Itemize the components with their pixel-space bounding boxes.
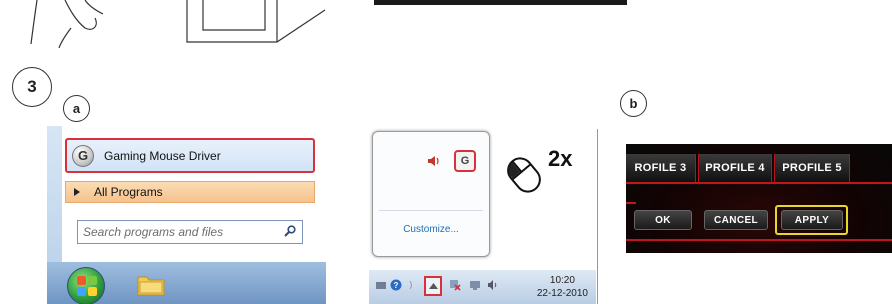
clock-date: 22-12-2010 — [536, 288, 588, 299]
customize-link[interactable]: Customize... — [373, 224, 489, 235]
section-divider — [597, 129, 598, 304]
mouse-double-click-icon — [507, 157, 541, 193]
computer-illustration — [186, 0, 326, 43]
show-hidden-icons-button[interactable] — [424, 276, 442, 296]
action-center-icon[interactable] — [449, 279, 461, 291]
chevron-up-icon — [428, 283, 438, 289]
apply-highlight-frame — [775, 205, 848, 235]
popup-divider — [379, 210, 483, 211]
tray-overflow-popup: G Customize... — [372, 131, 490, 257]
help-icon[interactable]: ? — [390, 279, 402, 291]
monitor-icon[interactable] — [469, 279, 481, 291]
program-gaming-mouse-driver[interactable]: G Gaming Mouse Driver — [65, 138, 315, 173]
gaming-mouse-logo-icon: G — [72, 144, 94, 167]
driver-profile-panel: ROFILE 3 PROFILE 4 PROFILE 5 OK CANCEL A… — [626, 144, 892, 253]
search-input[interactable] — [81, 224, 275, 240]
arrow-right-icon — [74, 188, 80, 196]
ok-button[interactable]: OK — [634, 210, 692, 230]
step-b-badge: b — [620, 90, 647, 117]
clock-time: 10:20 — [549, 275, 575, 286]
cancel-button[interactable]: CANCEL — [704, 210, 768, 230]
all-programs-item[interactable]: All Programs — [65, 181, 315, 203]
tab-profile-3[interactable]: ROFILE 3 — [626, 154, 696, 182]
search-field[interactable] — [77, 220, 303, 244]
divider-icon — [409, 280, 412, 290]
all-programs-label: All Programs — [94, 185, 163, 199]
system-tray-bar: ? 10:20 22-12-2010 — [369, 270, 596, 304]
program-label: Gaming Mouse Driver — [104, 148, 221, 163]
button-rail-bottom — [626, 239, 892, 241]
start-menu-panel: G Gaming Mouse Driver All Programs — [47, 126, 326, 304]
windows-start-orb-icon[interactable] — [67, 267, 105, 304]
top-screen-strip — [374, 0, 627, 5]
volume-icon[interactable] — [487, 279, 499, 291]
search-icon[interactable] — [284, 225, 296, 237]
speaker-icon[interactable] — [427, 154, 441, 168]
step-a-badge: a — [63, 95, 90, 122]
tab-profile-4[interactable]: PROFILE 4 — [698, 154, 772, 182]
network-icon[interactable] — [375, 279, 387, 291]
step-number-badge: 3 — [12, 67, 52, 107]
tab-underline — [626, 182, 892, 184]
double-click-label: 2x — [548, 146, 573, 171]
button-rail-top — [626, 202, 636, 204]
taskbar-clock[interactable]: 10:20 22-12-2010 — [537, 274, 588, 300]
file-explorer-icon[interactable] — [137, 272, 165, 296]
tab-profile-5[interactable]: PROFILE 5 — [774, 154, 850, 182]
gaming-mouse-tray-icon[interactable]: G — [454, 150, 476, 172]
svg-text:?: ? — [394, 281, 399, 290]
hand-illustration — [30, 0, 104, 48]
